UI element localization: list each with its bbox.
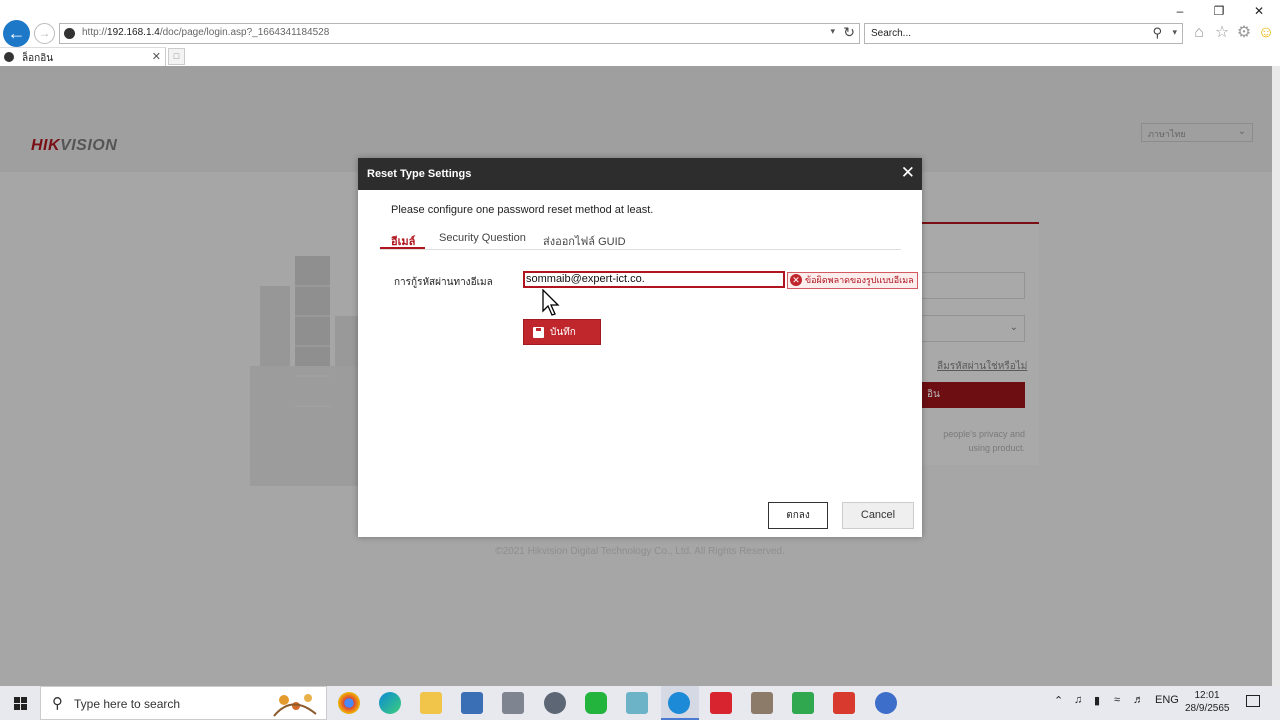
browser-search-placeholder: Search... (871, 28, 912, 39)
favorites-star-icon[interactable]: ☆ (1212, 23, 1232, 43)
reset-method-tabs: อีเมล์ Security Question ส่งออกไฟล์ GUID (380, 226, 901, 250)
home-icon[interactable]: ⌂ (1189, 23, 1209, 43)
edge-icon[interactable] (379, 692, 401, 714)
printer-icon[interactable] (502, 692, 524, 714)
privacy-note: people's privacy and using product. (943, 429, 1025, 453)
email-error-badge: ✕ ข้อผิดพลาดของรูปแบบอีเมล (787, 272, 918, 289)
camtasia-red-icon[interactable] (833, 692, 855, 714)
windows-start-icon[interactable] (0, 686, 40, 720)
camtasia-green-icon[interactable] (792, 692, 814, 714)
windows-taskbar: ⚲ Type here to search ⌃ ♫ ▮ ≈ ♬ ENG 12:0… (0, 686, 1280, 720)
microphone-icon[interactable]: ♫ (1074, 694, 1082, 706)
active-tab-indicator (380, 247, 425, 249)
notes-app-icon[interactable] (626, 692, 648, 714)
wifi-icon[interactable]: ≈ (1114, 694, 1120, 706)
address-dropdown-icon[interactable]: ▾ (830, 26, 835, 37)
ok-button[interactable]: ตกลง (768, 502, 828, 529)
speaker-icon[interactable]: ♬ (1133, 694, 1144, 706)
tab-favicon-icon (4, 52, 14, 62)
line-app-icon[interactable] (585, 692, 607, 714)
chrome-icon[interactable] (338, 692, 360, 714)
language-select[interactable]: ภาษาไทย ⌄ (1141, 123, 1253, 142)
clock-time: 12:01 (1194, 690, 1220, 701)
refresh-icon[interactable]: ↻ (843, 24, 855, 41)
dialog-header: Reset Type Settings ✕ (358, 158, 922, 190)
address-bar[interactable]: http://192.168.1.4/doc/page/login.asp?_1… (59, 23, 860, 44)
chevron-down-icon: ⌄ (1237, 126, 1246, 137)
password-field[interactable]: ⌄ (921, 315, 1025, 342)
forward-arrow-icon[interactable]: → (34, 23, 55, 44)
settings-app-icon[interactable] (751, 692, 773, 714)
tab-security-question[interactable]: Security Question (439, 232, 526, 244)
search-icon: ⚲ (52, 695, 63, 712)
copyright-text: ©2021 Hikvision Digital Technology Co., … (495, 546, 785, 557)
system-clock[interactable]: 12:01 28/9/2565 (1185, 689, 1230, 715)
tab-export-guid[interactable]: ส่งออกไฟล์ GUID (543, 232, 626, 250)
browser-chrome: ← → http://192.168.1.4/doc/page/login.as… (0, 0, 1280, 66)
back-arrow-icon[interactable]: ← (3, 20, 30, 47)
minimize-icon[interactable]: – (1170, 4, 1190, 20)
email-recovery-label: การกู้รหัสผ่านทางอีเมล (394, 277, 493, 288)
smiley-feedback-icon[interactable]: ☺ (1256, 23, 1276, 43)
login-panel: ⌄ ลืมรหัสผ่านใช่หรือไม่ อิน people's pri… (921, 222, 1039, 465)
battery-icon[interactable]: ▮ (1094, 694, 1100, 707)
hikvision-logo: HIKVISION (31, 137, 118, 154)
camera-icon[interactable] (544, 692, 566, 714)
browser-search-box[interactable]: Search... ⚲ ▾ (864, 23, 1183, 44)
page-scrollbar[interactable] (1272, 66, 1280, 686)
dialog-title: Reset Type Settings (367, 168, 472, 180)
tray-chevron-up-icon[interactable]: ⌃ (1054, 694, 1063, 707)
tab-close-icon[interactable]: ✕ (152, 50, 161, 63)
red-app-icon[interactable] (710, 692, 732, 714)
input-language[interactable]: ENG (1155, 694, 1179, 706)
browser-tab-login[interactable]: ล็อกอิน ✕ (0, 47, 166, 66)
email-input[interactable]: sommaib@expert-ict.co. (523, 271, 785, 288)
calculator-icon[interactable] (461, 692, 483, 714)
forgot-password-link[interactable]: ลืมรหัสผ่านใช่หรือไม่ (937, 359, 1027, 374)
save-button[interactable]: บันทึก (523, 319, 601, 345)
email-error-text: ข้อผิดพลาดของรูปแบบอีเมล (805, 275, 914, 285)
cancel-button[interactable]: Cancel (842, 502, 914, 529)
save-button-label: บันทึก (550, 327, 576, 338)
error-icon: ✕ (790, 274, 802, 286)
site-favicon-icon (64, 28, 75, 39)
login-button[interactable]: อิน (921, 382, 1025, 408)
search-icon[interactable]: ⚲ (1152, 25, 1162, 41)
notification-center-icon[interactable] (1246, 695, 1260, 707)
gear-icon[interactable]: ⚙ (1234, 23, 1254, 43)
file-explorer-icon[interactable] (420, 692, 442, 714)
close-icon[interactable]: ✕ (901, 164, 915, 182)
address-url: http://192.168.1.4/doc/page/login.asp?_1… (82, 27, 330, 38)
close-window-icon[interactable]: ✕ (1249, 4, 1269, 20)
taskbar-search-box[interactable]: ⚲ Type here to search (40, 686, 327, 720)
tab-title: ล็อกอิน (22, 53, 54, 64)
reset-type-dialog: Reset Type Settings ✕ Please configure o… (358, 158, 922, 537)
page-header (0, 66, 1272, 172)
new-tab-icon[interactable]: □ (168, 48, 185, 65)
restore-icon[interactable]: ❐ (1209, 4, 1229, 20)
network-tool-icon[interactable] (875, 692, 897, 714)
internet-explorer-icon[interactable] (668, 692, 690, 714)
mouse-pointer-icon (542, 289, 560, 316)
search-dropdown-icon[interactable]: ▾ (1172, 27, 1177, 38)
clock-date: 28/9/2565 (1185, 703, 1230, 714)
username-field[interactable] (921, 272, 1025, 299)
search-highlight-art-icon (273, 694, 317, 717)
taskbar-search-placeholder: Type here to search (74, 697, 181, 711)
floppy-disk-icon (533, 327, 544, 338)
dialog-info-text: Please configure one password reset meth… (391, 204, 654, 216)
